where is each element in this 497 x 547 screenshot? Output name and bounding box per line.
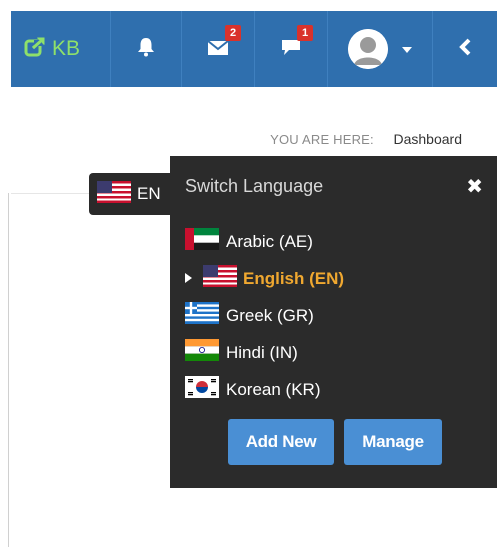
chevron-left-icon: [459, 38, 471, 61]
breadcrumb-prefix: YOU ARE HERE:: [270, 132, 374, 147]
language-switcher-button[interactable]: EN: [89, 173, 171, 215]
content-left-border: [8, 193, 9, 547]
add-new-button[interactable]: Add New: [228, 419, 334, 465]
brand-label: KB: [52, 37, 81, 60]
flag-kr-icon: [185, 376, 219, 403]
language-item-greek[interactable]: Greek (GR): [185, 297, 344, 334]
collapse-button[interactable]: [433, 11, 497, 87]
breadcrumb: YOU ARE HERE: Dashboard: [270, 131, 462, 147]
brand-link[interactable]: KB: [11, 11, 111, 87]
language-label: Greek (GR): [226, 305, 314, 325]
user-avatar: [348, 29, 388, 69]
flag-ae-icon: [185, 228, 219, 255]
chat-button[interactable]: 1: [255, 11, 328, 87]
flag-in-icon: [185, 339, 219, 366]
user-menu-button[interactable]: [328, 11, 433, 87]
language-label: English (EN): [243, 268, 345, 288]
language-label: Korean (KR): [226, 379, 321, 399]
caret-right-icon: [185, 273, 192, 283]
language-item-english[interactable]: English (EN): [185, 260, 344, 297]
language-label: Hindi (IN): [226, 342, 298, 362]
caret-down-icon: [402, 40, 412, 58]
external-link-icon: [24, 36, 46, 63]
language-item-hindi[interactable]: Hindi (IN): [185, 334, 344, 371]
switch-language-panel: Switch Language ✖ Arabic (AE) English (E…: [170, 156, 497, 488]
language-list: Arabic (AE) English (EN) Greek (GR) Hind…: [185, 223, 344, 408]
flag-gr-icon: [185, 302, 219, 329]
mail-badge: 2: [225, 25, 242, 41]
manage-button[interactable]: Manage: [344, 419, 442, 465]
breadcrumb-current[interactable]: Dashboard: [394, 131, 463, 147]
language-item-arabic[interactable]: Arabic (AE): [185, 223, 344, 260]
messages-button[interactable]: 2: [182, 11, 255, 87]
bell-icon: [137, 37, 155, 62]
notifications-button[interactable]: [111, 11, 182, 87]
close-x-icon[interactable]: ✖: [466, 176, 483, 198]
flag-us-icon: [97, 180, 131, 208]
flag-us-icon: [203, 265, 237, 292]
language-label: Arabic (AE): [226, 231, 313, 251]
chat-badge: 1: [297, 25, 314, 41]
top-navbar: KB 2 1: [11, 11, 497, 87]
panel-title: Switch Language: [185, 176, 324, 196]
language-switcher-label: EN: [137, 184, 161, 203]
language-item-korean[interactable]: Korean (KR): [185, 371, 344, 408]
